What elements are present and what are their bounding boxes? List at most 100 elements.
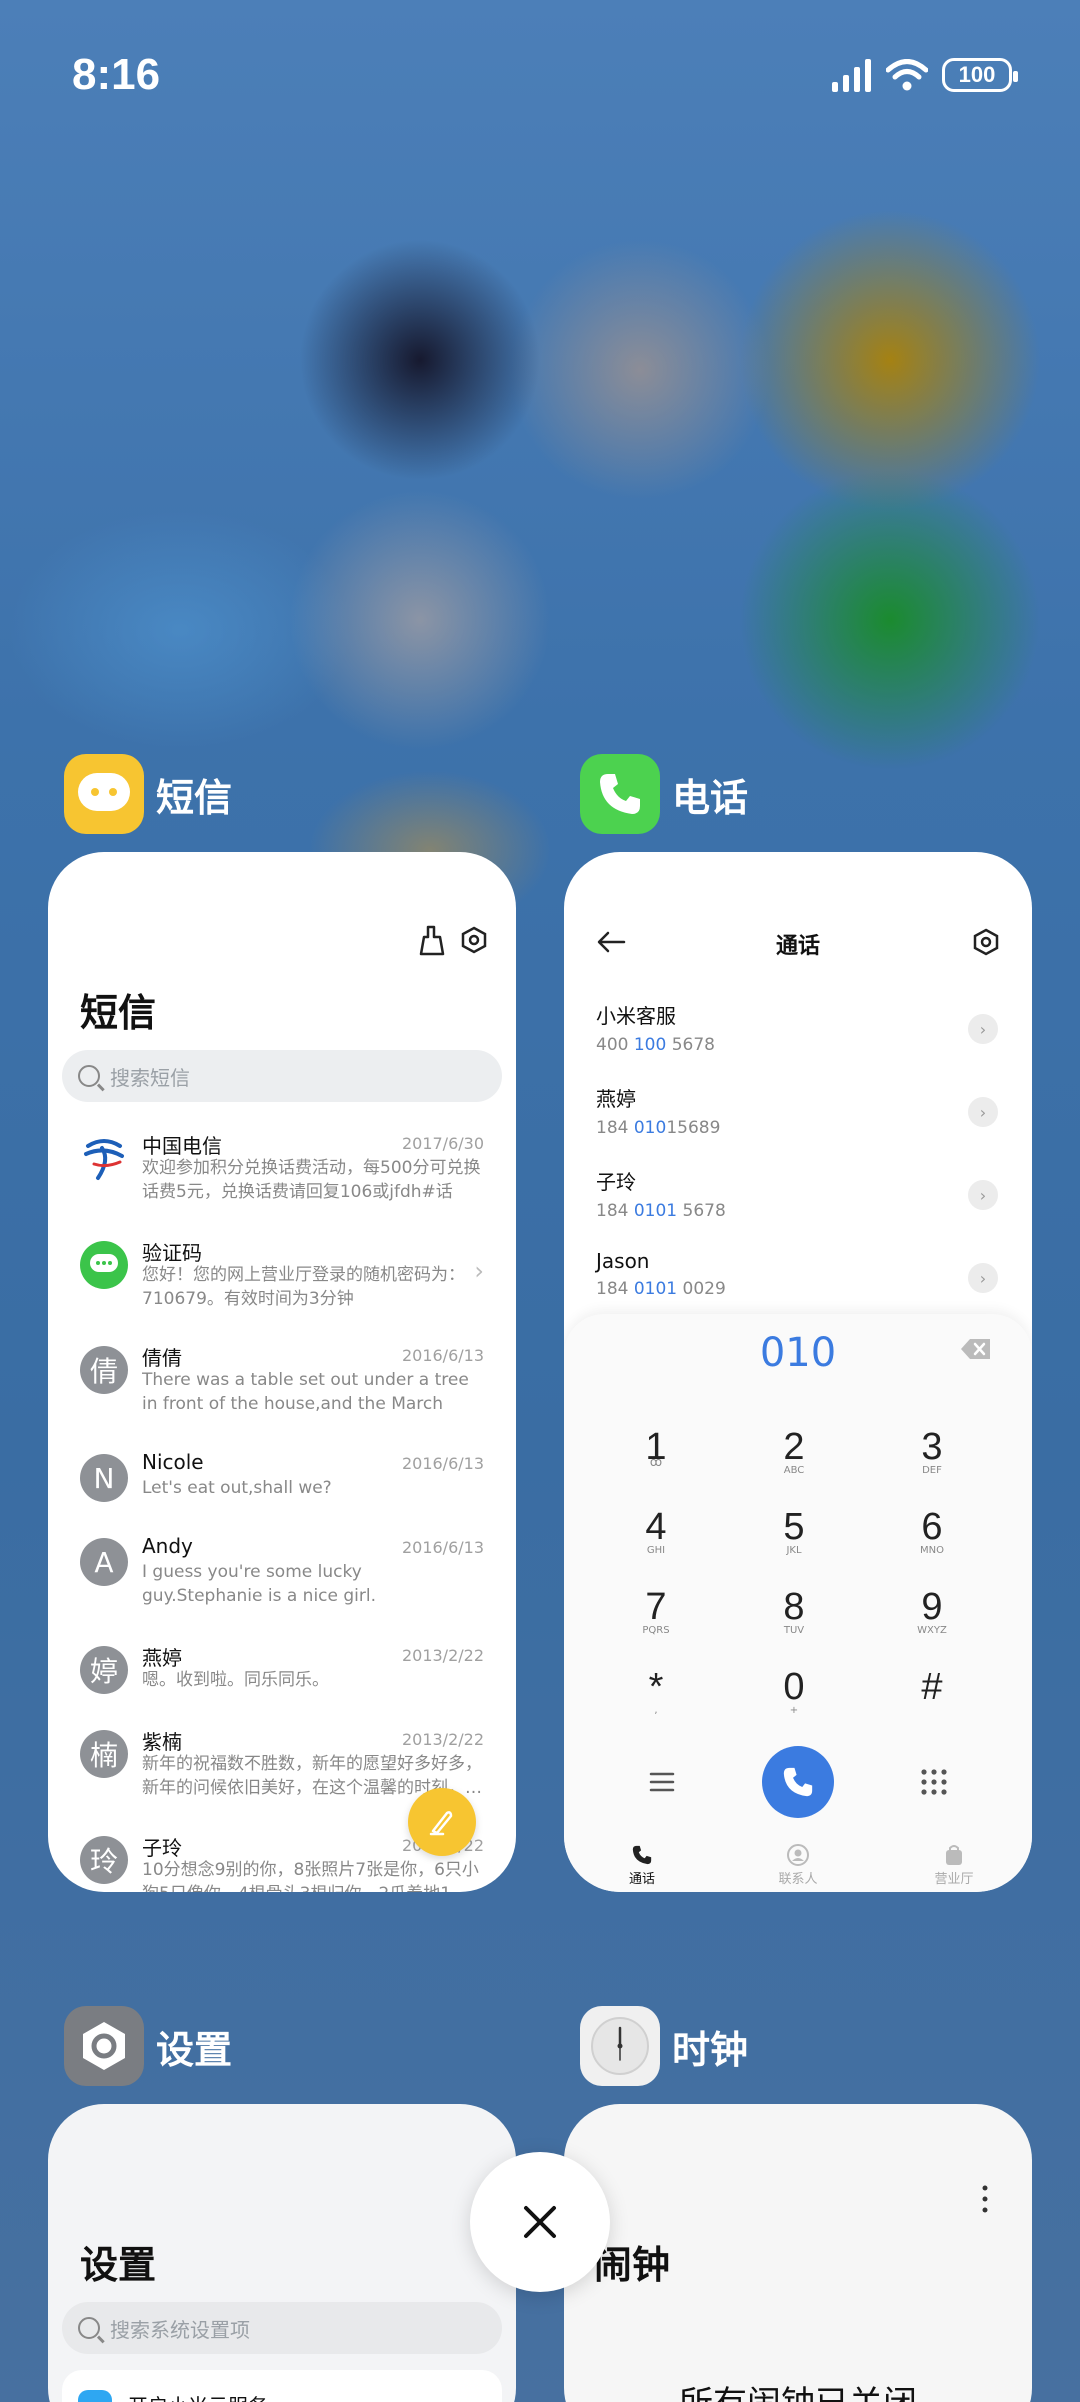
number-part: 400 (596, 1035, 634, 1055)
clock-card[interactable]: 闹钟 所有闹钟已关闭 (564, 2104, 1032, 2402)
cloud-icon (78, 2390, 112, 2402)
dial-key-letters: GHI (646, 1545, 666, 1556)
status-icons: 100 (832, 58, 1018, 92)
contact-name: 燕婷 (596, 1087, 636, 1111)
dial-key-letters: ABC (783, 1465, 805, 1476)
avatar: 玲 (80, 1836, 128, 1884)
dial-key-letters: PQRS (642, 1625, 670, 1636)
dial-key[interactable]: 2 ABC (734, 1426, 854, 1506)
call-log-item[interactable]: 子玲 184 0101 5678 › (596, 1166, 998, 1226)
shopping-bag-icon (946, 1845, 962, 1865)
number-match-highlight: 0101 (633, 1201, 678, 1221)
settings-card[interactable]: 设置 搜索系统设置项 开启小米云服务 (48, 2104, 516, 2402)
call-button[interactable] (762, 1746, 834, 1818)
conversation-name: Andy (142, 1534, 193, 1558)
call-log-item[interactable]: 小米客服 400 100 5678 › (596, 1000, 998, 1060)
conversation-date: 2016/6/13 (401, 1454, 484, 1473)
conversation-name: 紫楠 (142, 1730, 182, 1754)
dial-key-letters: TUV (783, 1625, 805, 1636)
chevron-right-icon[interactable]: › (968, 1097, 998, 1127)
messages-app-icon (64, 754, 144, 834)
dial-key[interactable]: 8 TUV (734, 1586, 854, 1666)
dial-key-digit: 6 (921, 1506, 943, 1548)
conversation-item[interactable]: 中国电信 2017/6/30 欢迎参加积分兑换话费活动，每500分可兑换话费5元，兑… (48, 1130, 516, 1230)
settings-cloud-label: 开启小米云服务 (128, 2390, 268, 2402)
settings-gear-icon[interactable] (972, 928, 1000, 956)
dial-key-letters: JKL (786, 1545, 802, 1556)
dial-key[interactable]: 3 DEF (872, 1426, 992, 1506)
settings-app-icon (64, 2006, 144, 2086)
number-part: 15689 (666, 1118, 721, 1138)
settings-gear-icon[interactable] (460, 926, 488, 954)
contact-name: 小米客服 (596, 1004, 676, 1028)
dial-key[interactable]: 9 WXYZ (872, 1586, 992, 1666)
app-name-clock: 时钟 (672, 2027, 749, 2072)
conversation-name: Nicole (142, 1450, 204, 1474)
chevron-right-icon[interactable]: › (968, 1014, 998, 1044)
tab-business-hall-label: 营业厅 (934, 1872, 974, 1887)
conversation-name: 子玲 (142, 1836, 182, 1860)
dial-key[interactable]: 7 PQRS (596, 1586, 716, 1666)
settings-cloud-row[interactable]: 开启小米云服务 (62, 2370, 502, 2402)
clear-all-button[interactable] (470, 2152, 610, 2292)
conversation-preview: Let's eat out,shall we? (142, 1478, 332, 1498)
clean-brush-icon[interactable] (418, 924, 446, 956)
app-name-messages: 短信 (156, 775, 233, 820)
dial-key-letters: MNO (920, 1545, 944, 1556)
dial-key[interactable]: 5 JKL (734, 1506, 854, 1586)
messages-search-input[interactable]: 搜索短信 (62, 1050, 502, 1102)
conversation-item[interactable]: 倩倩倩 2016/6/13 There was a table set out un… (48, 1342, 516, 1442)
compose-button[interactable] (408, 1788, 476, 1856)
conversation-name: 燕婷 (142, 1646, 182, 1670)
avatar: N (80, 1454, 128, 1502)
tab-business-hall[interactable]: 营业厅 (894, 1844, 1014, 1892)
conversation-name: 中国电信 (142, 1134, 222, 1158)
phone-app-icon (580, 754, 660, 834)
dial-key[interactable]: 1ꝏ (596, 1426, 716, 1506)
close-icon (524, 2206, 556, 2238)
conversation-preview: 欢迎参加积分兑换话费活动，每500分可兑换话费5元，兑换话费请回复106或jfd… (142, 1158, 481, 1202)
more-options-icon[interactable] (980, 2184, 990, 2214)
contact-name: 子玲 (596, 1170, 636, 1194)
dial-key-digit: 9 (921, 1586, 943, 1628)
dial-key[interactable]: 0 + (734, 1666, 854, 1746)
menu-icon[interactable] (648, 1770, 676, 1794)
contact-number: 184 01015689 (596, 1118, 996, 1138)
voicemail-icon: ꝏ (649, 1455, 663, 1469)
dial-key[interactable]: # (872, 1666, 992, 1746)
conversation-date: 2016/6/13 (401, 1538, 484, 1557)
conversation-item[interactable]: 验证码 › 您好！您的网上营业厅登录的随机密码为：710679。有效时间为3分钟 (48, 1237, 516, 1337)
phone-tabbar: 通话 联系人 营业厅 (564, 1844, 1032, 1892)
app-header-phone[interactable]: 电话 (580, 754, 748, 834)
number-part: 184 (596, 1279, 634, 1299)
tab-calls-label: 通话 (628, 1872, 655, 1887)
settings-search-input[interactable]: 搜索系统设置项 (62, 2302, 502, 2354)
chevron-right-icon[interactable]: › (968, 1263, 998, 1293)
conversation-date: 2013/2/22 (401, 1730, 484, 1749)
messages-card[interactable]: 短信 搜索短信 中国电信 2017/6/30 欢迎参加积分兑换话费活动，每500分可… (48, 852, 516, 1892)
dialpad: 010 1 ꝏ 2 ABC 3 DEF 4 GHI 5 JKL 6 MNO 7 PQRS 8 TUV 9 WXYZ… (564, 1314, 1032, 1892)
dial-key-digit: 5 (783, 1506, 805, 1548)
dial-key-letters: WXYZ (917, 1625, 947, 1636)
phone-card[interactable]: 通话 小米客服 400 100 5678 › 燕婷 184 01015689 › 子玲 184… (564, 852, 1032, 1892)
dial-key-letters: DEF (922, 1465, 942, 1476)
call-log-item[interactable]: Jason 184 0101 0029 › (596, 1249, 998, 1309)
tab-calls[interactable]: 通话 (582, 1844, 702, 1892)
conversation-item[interactable]: A Andy 2016/6/13 I guess you're some lucky … (48, 1534, 516, 1634)
backspace-icon[interactable] (960, 1338, 992, 1360)
dial-key[interactable]: *, (596, 1666, 716, 1746)
contact-number: 184 0101 5678 (596, 1201, 996, 1221)
keypad-toggle-icon[interactable] (920, 1768, 948, 1796)
settings-search-placeholder: 搜索系统设置项 (110, 2317, 250, 2342)
call-log-item[interactable]: 燕婷 184 01015689 › (596, 1083, 998, 1143)
chevron-right-icon[interactable]: › (968, 1180, 998, 1210)
dial-key[interactable]: 4 GHI (596, 1506, 716, 1586)
avatar: A (80, 1538, 128, 1586)
dial-key[interactable]: 6 MNO (872, 1506, 992, 1586)
app-header-settings[interactable]: 设置 (64, 2006, 232, 2086)
tab-contacts[interactable]: 联系人 (738, 1844, 858, 1892)
number-part: 0029 (677, 1279, 726, 1299)
app-header-clock[interactable]: 时钟 (580, 2006, 748, 2086)
avatar: 楠 (80, 1730, 128, 1778)
app-header-messages[interactable]: 短信 (64, 754, 232, 834)
